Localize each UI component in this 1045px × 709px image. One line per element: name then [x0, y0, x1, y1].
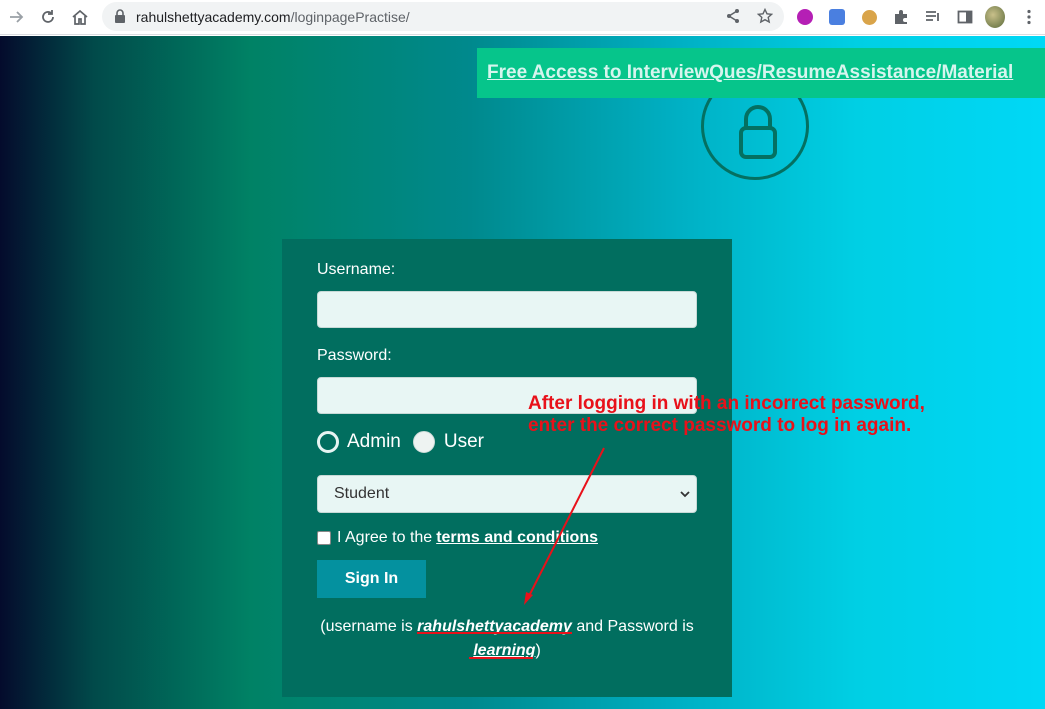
chevron-down-icon: [680, 491, 690, 498]
url-domain: rahulshettyacademy.com: [136, 9, 291, 25]
translate-extension-button[interactable]: [827, 7, 847, 27]
user-radio-label: User: [443, 431, 484, 452]
annotation-line-1: After logging in with an incorrect passw…: [528, 393, 925, 414]
home-button[interactable]: [69, 6, 91, 28]
role-radio-group: Admin User: [317, 429, 484, 455]
browser-toolbar: rahulshettyacademy.com/loginpagePractise…: [0, 0, 1045, 35]
free-access-banner: Free Access to InterviewQues/ResumeAssis…: [477, 48, 1045, 98]
reload-button[interactable]: [37, 6, 59, 28]
lock-icon: [115, 9, 125, 23]
home-icon: [72, 9, 88, 25]
terms-agreement: I Agree to the terms and conditions: [317, 529, 598, 547]
forward-button[interactable]: [5, 6, 27, 28]
password-label: Password:: [317, 347, 392, 364]
free-access-link[interactable]: Free Access to InterviewQues/ResumeAssis…: [487, 62, 1013, 84]
side-panel-icon: [957, 10, 973, 24]
extensions-button[interactable]: [891, 7, 911, 27]
reading-list-icon: [926, 11, 939, 21]
credentials-hint: (username is rahulshettyacademy and Pass…: [282, 615, 732, 663]
profile-button[interactable]: [985, 6, 1005, 28]
cookie-icon: [861, 9, 877, 25]
username-input[interactable]: [317, 291, 697, 328]
sign-in-button[interactable]: Sign In: [317, 560, 426, 598]
url-path: /loginpagePractise/: [290, 9, 410, 25]
arrow-right-icon: [10, 11, 24, 23]
extension-lr-icon: [797, 9, 813, 25]
address-bar[interactable]: rahulshettyacademy.com/loginpagePractise…: [102, 2, 784, 31]
share-button[interactable]: [724, 7, 742, 25]
username-label: Username:: [317, 261, 396, 278]
hint-prefix: (username is: [320, 618, 413, 635]
share-icon: [727, 9, 739, 23]
admin-radio[interactable]: [317, 431, 339, 453]
role-select-value: Student: [334, 485, 390, 502]
user-radio[interactable]: [412, 431, 435, 453]
hint-password: learning: [473, 642, 536, 659]
menu-icon: [1027, 9, 1031, 25]
hint-username: rahulshettyacademy: [417, 618, 572, 635]
cookie-extension-button[interactable]: [859, 7, 879, 27]
google-translate-icon: [829, 9, 845, 25]
annotation-line-2: enter the correct password to log in aga…: [528, 415, 912, 436]
admin-radio-label: Admin: [347, 431, 401, 452]
role-select[interactable]: Student: [317, 475, 697, 513]
terms-link[interactable]: terms and conditions: [436, 529, 598, 547]
side-panel-button[interactable]: [955, 7, 975, 27]
page-background: Free Access to InterviewQues/ResumeAssis…: [0, 36, 1045, 709]
hint-middle: and Password is: [576, 618, 694, 635]
star-icon: [757, 8, 773, 24]
browser-menu-button[interactable]: [1019, 7, 1039, 27]
extension-lr-button[interactable]: [795, 7, 815, 27]
login-form: Username: Password: Admin User Student I…: [282, 239, 732, 697]
reading-list-button[interactable]: [923, 7, 943, 27]
puzzle-icon: [895, 10, 907, 24]
reload-icon: [42, 10, 54, 23]
hint-suffix: ): [535, 642, 541, 659]
annotation-note: After logging in with an incorrect passw…: [528, 393, 925, 437]
bookmark-button[interactable]: [756, 7, 774, 25]
url-text: rahulshettyacademy.com/loginpagePractise…: [136, 9, 410, 25]
agree-text: I Agree to the: [337, 529, 433, 546]
profile-avatar: [985, 6, 1005, 28]
terms-checkbox[interactable]: [317, 531, 331, 545]
